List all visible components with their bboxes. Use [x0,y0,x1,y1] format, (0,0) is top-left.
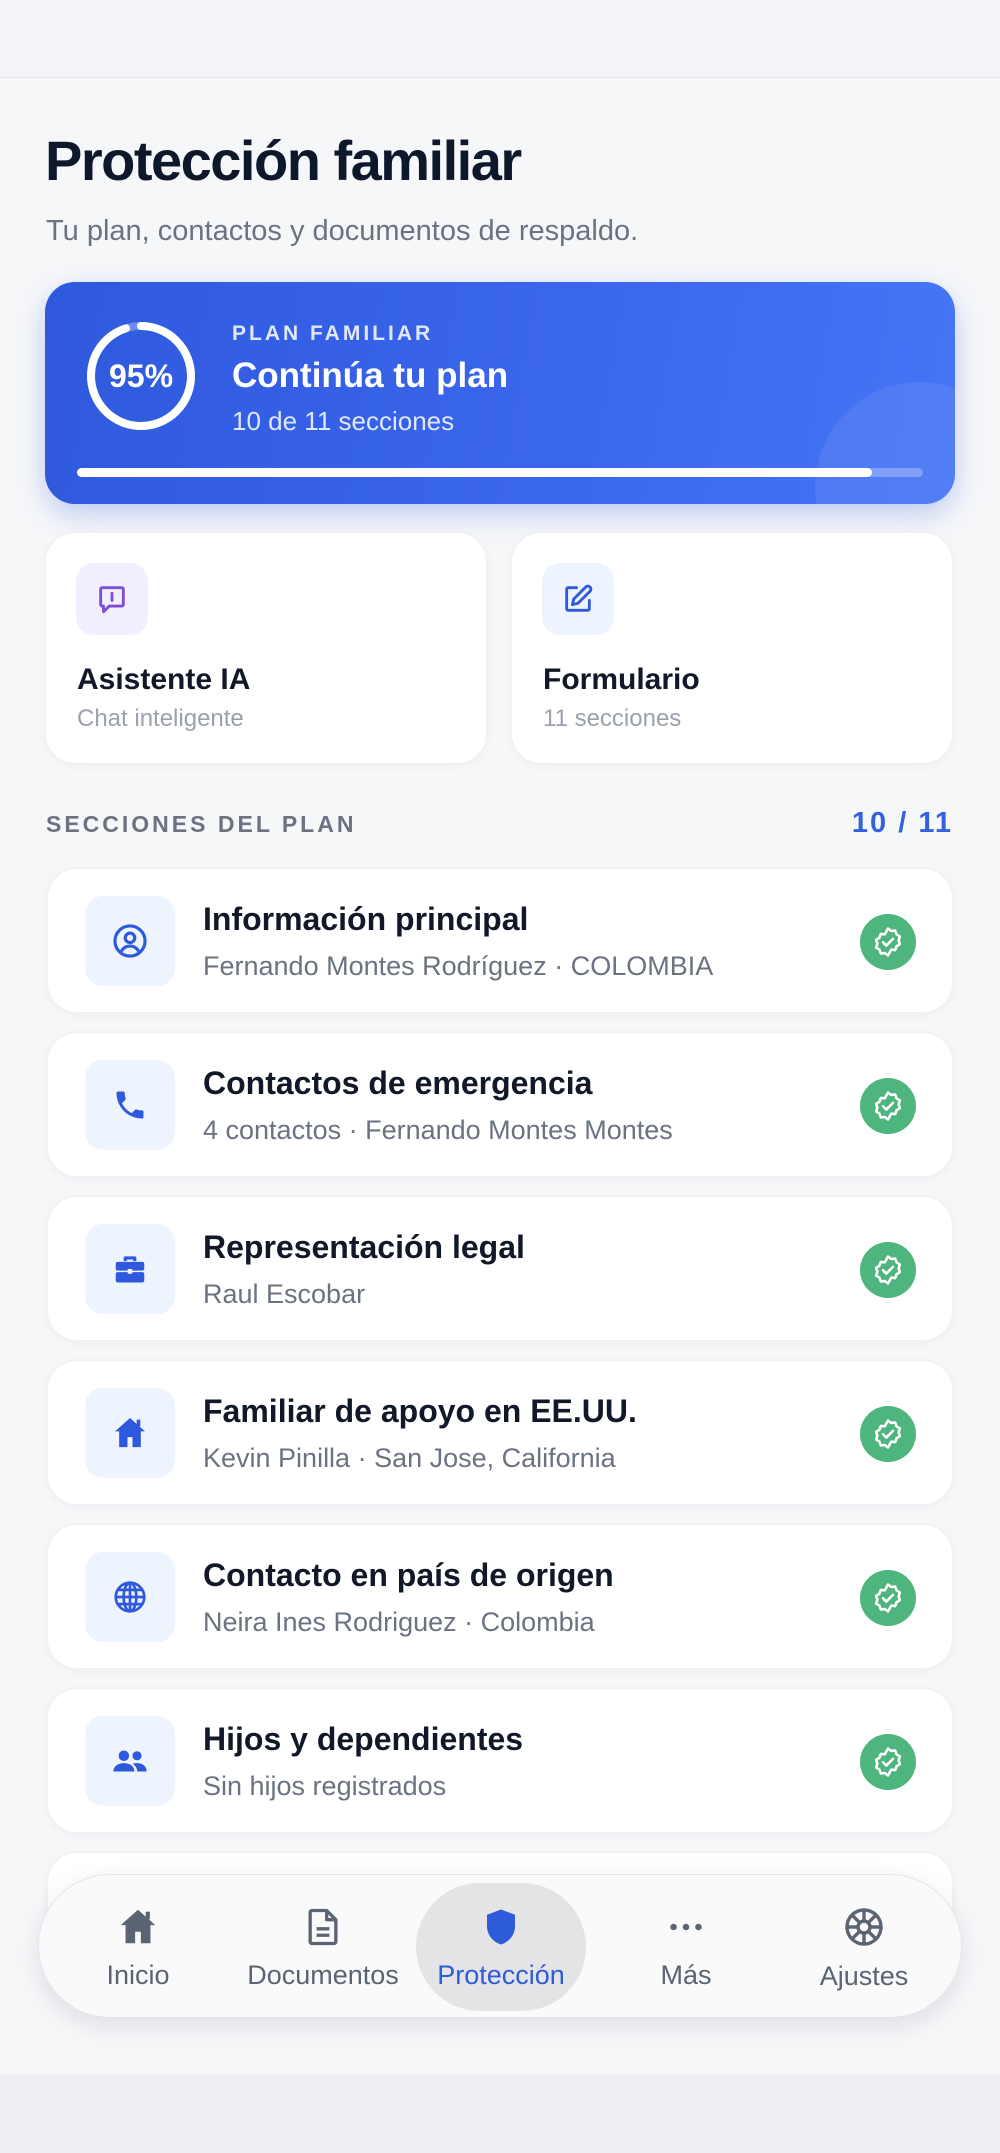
tab-label: Inicio [106,1959,170,1990]
plan-sections-count: 10 de 11 secciones [232,406,455,436]
document-icon [308,1908,338,1945]
section-row-subtitle: Kevin Pinilla · San Jose, California [203,1443,616,1473]
plan-progress-fill [77,468,873,477]
chat-icon [76,563,148,635]
tab-label: Ajustes [819,1960,909,1991]
tab-label: Documentos [247,1959,399,1990]
verified-check-icon [860,1406,916,1462]
section-row-title: Hijos y dependientes [203,1721,524,1757]
user-circle-icon [85,896,175,986]
briefcase-icon [85,1224,175,1314]
more-icon [670,1923,702,1930]
page-title: Protección familiar [45,129,522,192]
plan-title: Continúa tu plan [232,356,509,395]
progress-percent: 95% [108,357,174,394]
tab-inicio[interactable]: Inicio [53,1883,223,2011]
gear-icon [845,1907,883,1946]
section-row-familiar-apoyo[interactable]: Familiar de apoyo en EE.UU. Kevin Pinill… [47,1360,953,1505]
sections-heading: SECCIONES DEL PLAN [46,811,357,837]
section-row-subtitle: Neira Ines Rodriguez · Colombia [203,1607,595,1637]
verified-check-icon [860,1570,916,1626]
assistant-card-subtitle: Chat inteligente [77,705,244,732]
tab-documentos[interactable]: Documentos [238,1883,408,2011]
page-subtitle: Tu plan, contactos y documentos de respa… [46,215,639,247]
people-icon [85,1716,175,1806]
shield-icon [487,1909,515,1944]
section-row-representacion-legal[interactable]: Representación legal Raul Escobar [47,1196,953,1341]
plan-progress-bar [77,468,923,477]
form-card[interactable]: Formulario 11 secciones [511,532,953,764]
section-row-title: Contactos de emergencia [203,1065,593,1101]
form-card-subtitle: 11 secciones [543,705,682,732]
verified-check-icon [860,914,916,970]
tab-label: Protección [437,1959,565,1990]
main-content[interactable]: Protección familiar Tu plan, contactos y… [0,78,1000,2075]
verified-check-icon [860,1242,916,1298]
status-bar-area [0,0,1000,78]
form-card-title: Formulario [543,663,700,696]
section-row-subtitle: Fernando Montes Rodríguez · COLOMBIA [203,951,714,981]
globe-icon [85,1552,175,1642]
tab-ajustes[interactable]: Ajustes [779,1883,949,2011]
decorative-circle [815,382,955,504]
section-row-subtitle: Sin hijos registrados [203,1771,447,1801]
assistant-card-title: Asistente IA [77,663,251,696]
section-row-title: Familiar de apoyo en EE.UU. [203,1393,637,1429]
plan-kicker: PLAN FAMILIAR [232,322,434,345]
section-row-hijos-dependientes[interactable]: Hijos y dependientes Sin hijos registrad… [47,1688,953,1833]
home-indicator-area [0,2075,1000,2153]
verified-check-icon [860,1734,916,1790]
home-icon [120,1909,156,1943]
section-row-contacto-pais-origen[interactable]: Contacto en país de origen Neira Ines Ro… [47,1524,953,1669]
home-icon [85,1388,175,1478]
tab-mas[interactable]: Más [601,1883,771,2011]
tab-proteccion[interactable]: Protección [416,1883,586,2011]
section-row-informacion-principal[interactable]: Información principal Fernando Montes Ro… [47,868,953,1013]
section-row-contactos-emergencia[interactable]: Contactos de emergencia 4 contactos · Fe… [47,1032,953,1177]
section-row-title: Representación legal [203,1229,525,1265]
sections-count: 10 / 11 [851,807,953,839]
tab-label: Más [660,1959,712,1990]
section-row-subtitle: 4 contactos · Fernando Montes Montes [203,1115,673,1145]
assistant-card[interactable]: Asistente IA Chat inteligente [45,532,487,764]
section-row-subtitle: Raul Escobar [203,1279,366,1309]
verified-check-icon [860,1078,916,1134]
section-row-title: Contacto en país de origen [203,1557,614,1593]
plan-progress-card[interactable]: 95% PLAN FAMILIAR Continúa tu plan 10 de… [45,282,955,504]
edit-icon [542,563,614,635]
bottom-tab-bar: Inicio Documentos Protección Más Ajustes [38,1874,962,2018]
app-screen: Protección familiar Tu plan, contactos y… [0,0,1000,2153]
section-row-title: Información principal [203,901,529,937]
phone-icon [85,1060,175,1150]
